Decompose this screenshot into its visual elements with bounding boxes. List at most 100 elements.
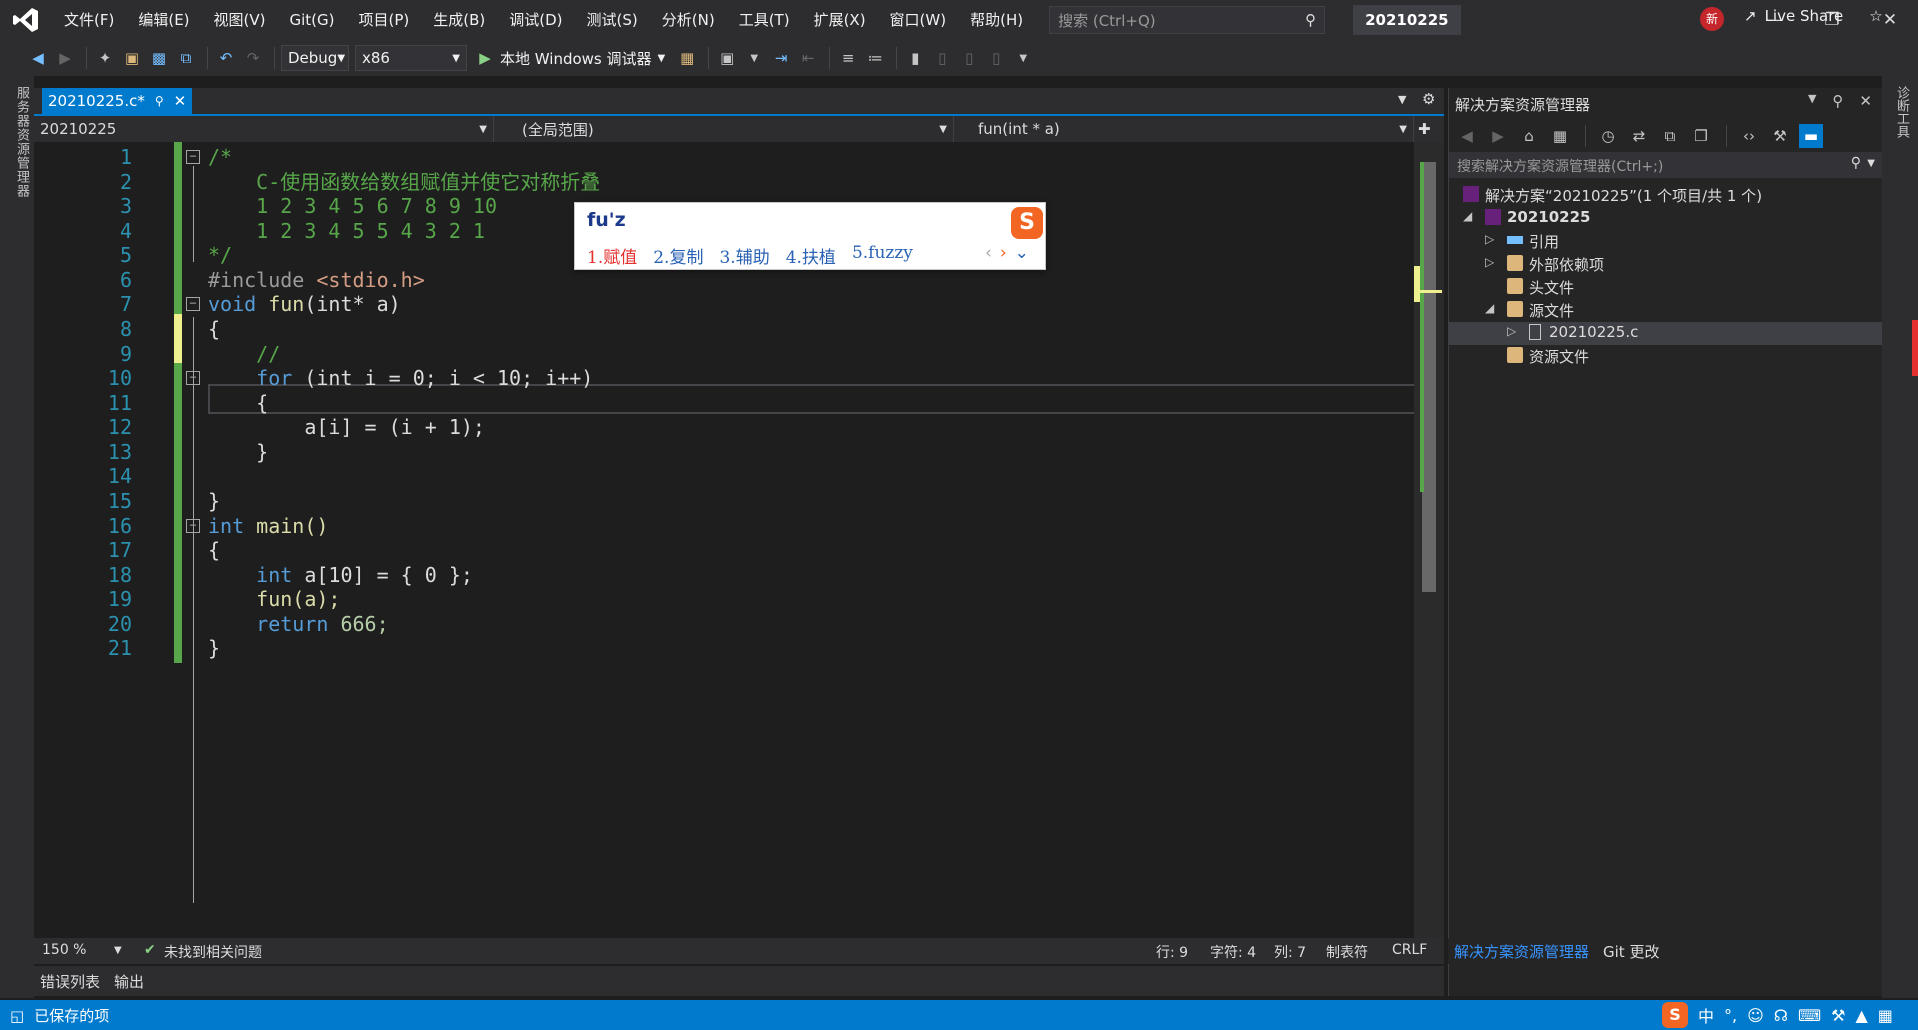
tree-item-sources[interactable]: ◢ 源文件 bbox=[1449, 299, 1883, 322]
configuration-select[interactable]: Debug ▼ bbox=[281, 45, 349, 71]
menu-build[interactable]: 生成(B) bbox=[421, 0, 497, 40]
step-into-icon[interactable]: ⇥ bbox=[769, 46, 793, 70]
eol-indicator[interactable]: CRLF bbox=[1392, 942, 1427, 958]
home-icon[interactable]: ⌂ bbox=[1517, 124, 1541, 148]
expanded-arrow-icon[interactable]: ◢ bbox=[1463, 209, 1472, 223]
new-project-icon[interactable]: ✦ bbox=[93, 46, 117, 70]
saved-items-label[interactable]: 已保存的项 bbox=[34, 1005, 109, 1026]
line-indicator[interactable]: 行: 9 bbox=[1156, 942, 1188, 962]
ime-language[interactable]: 中 bbox=[1698, 1003, 1714, 1027]
platform-select[interactable]: x86 ▼ bbox=[355, 45, 467, 71]
tree-item-source-file[interactable]: ▷ 20210225.c bbox=[1449, 322, 1883, 345]
ime-candidate[interactable]: 2.复制 bbox=[653, 243, 703, 268]
tree-item-headers[interactable]: 头文件 bbox=[1449, 276, 1883, 299]
ime-candidate[interactable]: 3.辅助 bbox=[719, 243, 769, 268]
menu-edit[interactable]: 编辑(E) bbox=[126, 0, 201, 40]
tab-output[interactable]: 输出 bbox=[114, 971, 144, 992]
toolbar-overflow-icon[interactable]: ▼ bbox=[1011, 46, 1035, 70]
collapse-all-icon[interactable]: ⧉ bbox=[1658, 124, 1682, 148]
bookmark-icon[interactable]: ▮ bbox=[903, 46, 927, 70]
menu-file[interactable]: 文件(F) bbox=[52, 0, 126, 40]
start-debugger-button[interactable]: ▶ 本地 Windows 调试器 ▼ bbox=[473, 46, 665, 70]
scrollbar-thumb[interactable] bbox=[1422, 162, 1436, 592]
collapse-icon[interactable]: − bbox=[186, 519, 200, 533]
forward-arrow-icon[interactable]: ▶ bbox=[1486, 124, 1510, 148]
collapsed-arrow-icon[interactable]: ▷ bbox=[1485, 255, 1494, 269]
tab-20210225-c[interactable]: 20210225.c* ⚲ ✕ bbox=[42, 88, 193, 114]
ime-candidate[interactable]: 1.赋值 bbox=[587, 243, 637, 268]
sogou-tray-icon[interactable]: S bbox=[1662, 1002, 1688, 1028]
chevron-right-icon[interactable]: › bbox=[1000, 243, 1007, 263]
step-over-icon[interactable]: ⇤ bbox=[796, 46, 820, 70]
history-icon[interactable]: ◷ bbox=[1596, 124, 1620, 148]
collapse-icon[interactable]: − bbox=[186, 150, 200, 164]
menu-analyze[interactable]: 分析(N) bbox=[650, 0, 727, 40]
show-all-files-icon[interactable]: ❐ bbox=[1689, 124, 1713, 148]
save-icon[interactable]: ▩ bbox=[147, 46, 171, 70]
solution-search-input[interactable]: 搜索解决方案资源管理器(Ctrl+;) ⚲ ▼ bbox=[1449, 152, 1883, 178]
save-all-icon[interactable]: ⧉ bbox=[174, 46, 198, 70]
diagnostic-tools-tab[interactable]: 诊断工具 bbox=[1892, 86, 1911, 138]
chevron-down-icon[interactable]: ▼ bbox=[1808, 92, 1816, 110]
sync-icon[interactable]: ⇄ bbox=[1627, 124, 1651, 148]
tree-item-references[interactable]: ▷ 引用 bbox=[1449, 230, 1883, 253]
close-icon[interactable]: ✕ bbox=[174, 92, 187, 110]
member-dropdown[interactable]: fun(int * a) ▼ bbox=[954, 116, 1414, 142]
server-explorer-tab[interactable]: 服务器资源管理器 bbox=[12, 86, 31, 198]
screenshot-icon[interactable]: ▣ bbox=[715, 46, 739, 70]
expanded-arrow-icon[interactable]: ◢ bbox=[1485, 301, 1494, 315]
switch-view-icon[interactable]: ▦ bbox=[1548, 124, 1572, 148]
visual-studio-logo-icon[interactable] bbox=[0, 0, 52, 40]
tabs-indicator[interactable]: 制表符 bbox=[1326, 942, 1368, 962]
back-arrow-icon[interactable]: ◀ bbox=[1455, 124, 1479, 148]
forward-arrow-icon[interactable]: ▶ bbox=[53, 46, 77, 70]
pin-icon[interactable]: ⚲ bbox=[155, 94, 164, 108]
feedback-icon[interactable]: ☆ bbox=[1869, 7, 1882, 25]
gear-icon[interactable]: ⚙ bbox=[1422, 90, 1435, 108]
skin-icon[interactable]: ▲ bbox=[1855, 1006, 1867, 1025]
chevron-down-icon[interactable]: ▼ bbox=[114, 945, 122, 956]
editor-vertical-scrollbar[interactable] bbox=[1414, 142, 1444, 938]
menu-extensions[interactable]: 扩展(X) bbox=[802, 0, 878, 40]
char-indicator[interactable]: 字符: 4 bbox=[1210, 942, 1256, 962]
punctuation-icon[interactable]: °, bbox=[1724, 1006, 1737, 1025]
menu-window[interactable]: 窗口(W) bbox=[878, 0, 959, 40]
zoom-select[interactable]: 150 % bbox=[42, 942, 86, 958]
keyboard-icon[interactable]: ⌨ bbox=[1798, 1006, 1821, 1025]
dropdown-icon[interactable]: ▼ bbox=[742, 46, 766, 70]
emoji-icon[interactable]: ☺ bbox=[1747, 1006, 1764, 1025]
menu-debug[interactable]: 调试(D) bbox=[497, 0, 574, 40]
open-folder-icon[interactable]: ▣ bbox=[120, 46, 144, 70]
notification-new-badge[interactable]: 新 bbox=[1700, 7, 1724, 31]
grid-icon[interactable]: ▦ bbox=[1878, 1006, 1893, 1025]
chevron-down-icon[interactable]: ▼ bbox=[1867, 158, 1875, 169]
menu-git[interactable]: Git(G) bbox=[278, 0, 347, 40]
menu-help[interactable]: 帮助(H) bbox=[958, 0, 1035, 40]
tools-icon[interactable]: ⚒ bbox=[1831, 1006, 1845, 1025]
split-editor-icon[interactable]: ✚ bbox=[1418, 116, 1431, 142]
ime-candidate[interactable]: 4.扶植 bbox=[786, 243, 836, 268]
back-arrow-icon[interactable]: ◀ bbox=[26, 46, 50, 70]
collapse-icon[interactable]: − bbox=[186, 371, 200, 385]
tree-item-external-deps[interactable]: ▷ 外部依赖项 bbox=[1449, 253, 1883, 276]
tab-solution-explorer[interactable]: 解决方案资源管理器 bbox=[1454, 941, 1589, 962]
tree-item-project[interactable]: ◢ 20210225 bbox=[1449, 207, 1883, 230]
menu-project[interactable]: 项目(P) bbox=[347, 0, 422, 40]
live-share-button[interactable]: ↗ Live Share ☆ bbox=[1744, 7, 1883, 25]
wrench-icon[interactable]: ⚒ bbox=[1768, 124, 1792, 148]
next-bookmark-icon[interactable]: ▯ bbox=[957, 46, 981, 70]
chevron-down-icon[interactable]: ⌄ bbox=[1015, 243, 1029, 263]
tab-error-list[interactable]: 错误列表 bbox=[40, 971, 100, 992]
pin-icon[interactable]: ⚲ bbox=[1832, 92, 1843, 110]
browse-folder-icon[interactable]: ▦ bbox=[675, 46, 699, 70]
close-icon[interactable]: ✕ bbox=[1859, 92, 1872, 110]
ime-candidate[interactable]: 5.fuzzy bbox=[852, 243, 913, 268]
global-search-input[interactable]: 搜索 (Ctrl+Q) ⚲ bbox=[1049, 6, 1326, 34]
project-dropdown[interactable]: 20210225 ▼ bbox=[34, 116, 494, 142]
undo-icon[interactable]: ↶ bbox=[214, 46, 238, 70]
tree-item-resources[interactable]: 资源文件 bbox=[1449, 345, 1883, 368]
preview-icon[interactable]: ▬ bbox=[1799, 124, 1823, 148]
clear-bookmarks-icon[interactable]: ▯ bbox=[984, 46, 1008, 70]
tree-item-solution[interactable]: 解决方案“20210225”(1 个项目/共 1 个) bbox=[1449, 184, 1883, 207]
collapsed-arrow-icon[interactable]: ▷ bbox=[1507, 324, 1516, 338]
